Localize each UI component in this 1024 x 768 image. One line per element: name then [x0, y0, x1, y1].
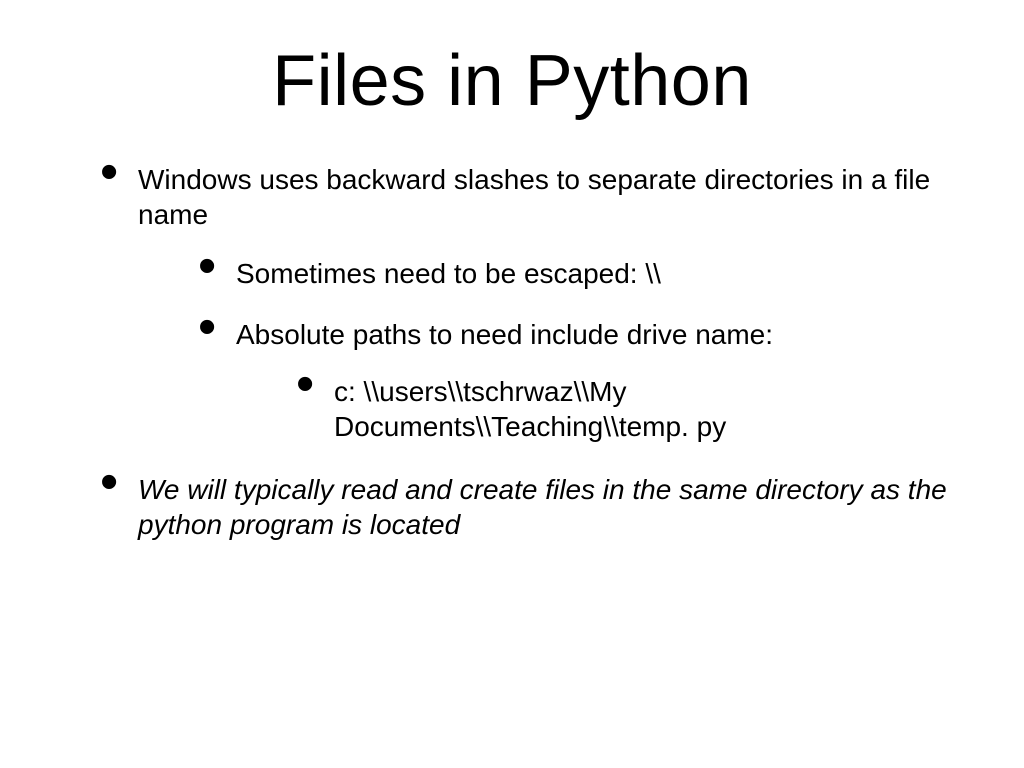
slide: Files in Python Windows uses backward sl… — [0, 0, 1024, 768]
bullet-item: Sometimes need to be escaped: \\ — [198, 256, 984, 291]
bullet-item: We will typically read and create files … — [100, 472, 984, 542]
bullet-text: Sometimes need to be escaped: \\ — [236, 258, 661, 289]
bullet-text: c: \\users\\tschrwaz\\My Documents\\Teac… — [334, 376, 726, 442]
bullet-list-lvl1: Windows uses backward slashes to separat… — [40, 162, 984, 542]
bullet-text: We will typically read and create files … — [138, 474, 947, 540]
slide-title: Files in Python — [40, 40, 984, 122]
bullet-item: Absolute paths to need include drive nam… — [198, 317, 984, 444]
bullet-item: c: \\users\\tschrwaz\\My Documents\\Teac… — [296, 374, 984, 444]
bullet-item: Windows uses backward slashes to separat… — [100, 162, 984, 444]
bullet-list-lvl2: Sometimes need to be escaped: \\ Absolut… — [138, 256, 984, 444]
bullet-text: Absolute paths to need include drive nam… — [236, 319, 773, 350]
bullet-list-lvl3: c: \\users\\tschrwaz\\My Documents\\Teac… — [236, 374, 984, 444]
bullet-text: Windows uses backward slashes to separat… — [138, 164, 930, 230]
